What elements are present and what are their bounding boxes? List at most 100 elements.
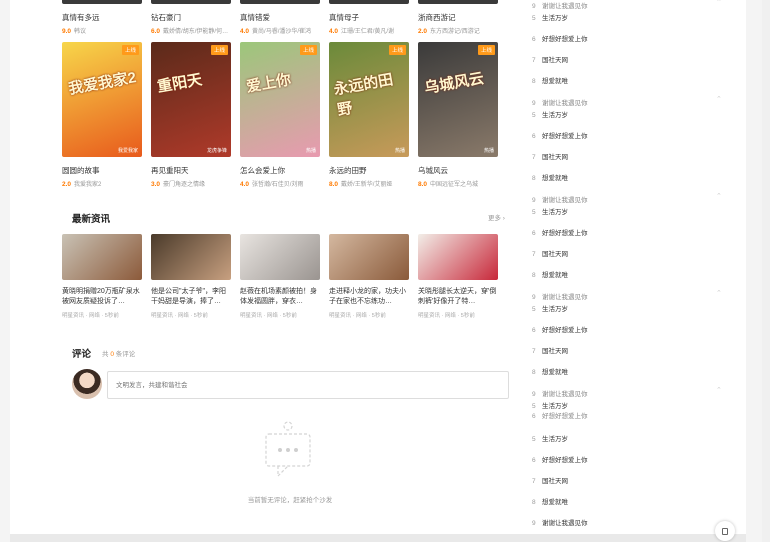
chevron-up-icon[interactable]: ⌃ — [716, 192, 722, 200]
poster-card[interactable]: 上线 爱上你 热播 怎么会爱上你 4.0 张哲瀚/石佳贝/刘雨 — [240, 42, 320, 188]
poster-card[interactable]: 上线 我爱我家2 我爱我家 圆圆的故事 2.0 我爱我家2 — [62, 42, 142, 188]
rank-list-item[interactable]: 7 国社天网 — [532, 54, 732, 64]
news-more-link[interactable]: 更多 › — [488, 212, 505, 222]
rank-list-item[interactable]: 8 想爱就唯 — [532, 75, 732, 85]
news-card[interactable]: 赵薇在机场素颜被拍！身体发福圆胖，穿衣… 明星资讯 · 网络 · 5秒前 — [240, 234, 320, 319]
rank-list-item[interactable]: 9 谢谢让我遇见你 — [532, 388, 732, 398]
rank-list-item[interactable]: 7 国社天网 — [532, 475, 732, 485]
card-title[interactable]: 怎么会爱上你 — [240, 165, 320, 176]
rating-score: 3.0 — [151, 181, 161, 188]
card-desc: 江珊/王仁君/黄凡/谢 — [341, 29, 395, 35]
rank-index: 6 — [532, 230, 536, 237]
rank-index: 9 — [532, 520, 536, 527]
rank-index: 6 — [532, 413, 536, 420]
news-thumbnail[interactable] — [418, 234, 498, 280]
top-card[interactable]: 真情有多远 9.0 韩议 — [62, 0, 142, 35]
news-card[interactable]: 黄晓明捐赠20万瓶矿泉水被网友质疑投诉了… 明星资讯 · 网络 · 5秒前 — [62, 234, 142, 319]
rank-list-item[interactable]: 7 国社天网 — [532, 151, 732, 161]
rank-list-item[interactable]: 6 好想好想爱上你 — [532, 227, 732, 237]
poster-thumb[interactable] — [62, 0, 142, 4]
rank-index: 5 — [532, 15, 536, 22]
empty-comments-icon — [265, 421, 311, 478]
rank-list-item[interactable]: 7 国社天网 — [532, 248, 732, 258]
poster-card[interactable]: 上线 重阳天 龙虎争锋 再见重阳天 3.0 豪门角逐之情缘 — [151, 42, 231, 188]
news-title[interactable]: 赵薇在机场素颜被拍！身体发福圆胖，穿衣… — [240, 287, 320, 307]
rank-list-item[interactable]: 6 好想好想爱上你 — [532, 454, 732, 464]
poster-thumb[interactable] — [240, 0, 320, 4]
chevron-up-icon[interactable]: ⌃ — [716, 95, 722, 103]
comment-input[interactable] — [107, 371, 509, 399]
top-card[interactable]: 真情错爱 4.0 黄尚/马睿/潘沙华/崔鸿 — [240, 0, 320, 35]
card-title[interactable]: 再见重阳天 — [151, 165, 231, 176]
news-title[interactable]: 黄晓明捐赠20万瓶矿泉水被网友质疑投诉了… — [62, 287, 142, 307]
card-title[interactable]: 浙商西游记 — [418, 12, 498, 23]
rank-list-item[interactable]: 6 好想好想爱上你 — [532, 324, 732, 334]
top-card[interactable]: 真情母子 4.0 江珊/王仁君/黄凡/谢 — [329, 0, 409, 35]
card-title[interactable]: 乌城风云 — [418, 165, 498, 176]
rank-list-item[interactable]: 6 好想好想爱上你 — [532, 130, 732, 140]
poster-image[interactable]: 上线 我爱我家2 我爱我家 — [62, 42, 142, 157]
rank-list-item[interactable]: 5 生活万岁 — [532, 400, 732, 410]
rank-list-item[interactable]: 8 想爱就唯 — [532, 269, 732, 279]
rank-list-item[interactable]: 6 好想好想爱上你 — [532, 410, 732, 420]
rank-index: 6 — [532, 133, 536, 140]
rank-list-item[interactable]: 8 想爱就唯 — [532, 172, 732, 182]
news-thumbnail[interactable] — [240, 234, 320, 280]
news-title[interactable]: 关晓彤腿长太逆天，穿'倒刺裤'好像开了特… — [418, 287, 498, 307]
news-card[interactable]: 他是公司"太子爷"，李阳干妈甜是导演，捧了… 明星资讯 · 网络 · 5秒前 — [151, 234, 231, 319]
poster-image[interactable]: 上线 永远的田野 热播 — [329, 42, 409, 157]
poster-image[interactable]: 上线 重阳天 龙虎争锋 — [151, 42, 231, 157]
rank-list-item[interactable]: 9 谢谢让我遇见你 — [532, 97, 732, 107]
card-title[interactable]: 真情母子 — [329, 12, 409, 23]
page-scrollbar[interactable] — [762, 0, 770, 542]
card-title[interactable]: 永远的田野 — [329, 165, 409, 176]
card-title[interactable]: 圆圆的故事 — [62, 165, 142, 176]
card-title[interactable]: 真情有多远 — [62, 12, 142, 23]
news-thumbnail[interactable] — [329, 234, 409, 280]
news-title[interactable]: 他是公司"太子爷"，李阳干妈甜是导演，捧了… — [151, 287, 231, 307]
top-card[interactable]: 钻石豪门 6.0 戴娇倩/胡东/伊能静/何润东 — [151, 0, 231, 35]
poster-thumb[interactable] — [418, 0, 498, 4]
chevron-up-icon[interactable]: ⌃ — [716, 386, 722, 394]
news-title[interactable]: 走进释小龙的家，功夫小子在家也不忘练功… — [329, 287, 409, 307]
rank-list-item[interactable]: 7 国社天网 — [532, 345, 732, 355]
card-title[interactable]: 钻石豪门 — [151, 12, 231, 23]
rank-list-item[interactable]: 9 谢谢让我遇见你 — [532, 517, 732, 527]
news-card[interactable]: 走进释小龙的家，功夫小子在家也不忘练功… 明星资讯 · 网络 · 5秒前 — [329, 234, 409, 319]
card-title[interactable]: 真情错爱 — [240, 12, 320, 23]
poster-thumb[interactable] — [151, 0, 231, 4]
rank-list-item[interactable]: 8 想爱就唯 — [532, 366, 732, 376]
rank-list-item[interactable]: 5 生活万岁 — [532, 303, 732, 313]
comments-count: 共 0 条评论 — [102, 348, 135, 358]
news-meta: 明星资讯 · 网络 · 5秒前 — [62, 313, 119, 319]
rank-list-item[interactable]: 9 谢谢让我遇见你 — [532, 291, 732, 301]
poster-image[interactable]: 上线 乌城风云 热播 — [418, 42, 498, 157]
rank-index: 8 — [532, 272, 536, 279]
rank-index: 5 — [532, 209, 536, 216]
rank-index: 8 — [532, 499, 536, 506]
rank-list-item[interactable]: 9 谢谢让我遇见你 — [532, 0, 732, 10]
news-card[interactable]: 关晓彤腿长太逆天，穿'倒刺裤'好像开了特… 明星资讯 · 网络 · 5秒前 — [418, 234, 498, 319]
rank-index: 7 — [532, 251, 536, 258]
chevron-up-icon[interactable]: ⌃ — [716, 0, 722, 6]
rank-index: 9 — [532, 3, 536, 10]
update-badge: 上线 — [477, 45, 495, 55]
rank-list-item[interactable]: 8 想爱就唯 — [532, 496, 732, 506]
poster-card[interactable]: 上线 乌城风云 热播 乌城风云 8.0 中国远征军之乌城 — [418, 42, 498, 188]
rank-list-item[interactable]: 5 生活万岁 — [532, 433, 732, 443]
news-thumbnail[interactable] — [151, 234, 231, 280]
rank-list-item[interactable]: 5 生活万岁 — [532, 109, 732, 119]
rank-list-item[interactable]: 6 好想好想爱上你 — [532, 33, 732, 43]
rank-list-item[interactable]: 5 生活万岁 — [532, 206, 732, 216]
top-card[interactable]: 浙商西游记 2.0 东方西游记/西游记 — [418, 0, 498, 35]
chevron-up-icon[interactable]: ⌃ — [716, 289, 722, 297]
rank-list-item[interactable]: 9 谢谢让我遇见你 — [532, 194, 732, 204]
poster-card[interactable]: 上线 永远的田野 热播 永远的田野 8.0 戴娇/王新华/艾丽娅 — [329, 42, 409, 188]
rank-index: 8 — [532, 175, 536, 182]
feedback-float-button[interactable] — [715, 521, 735, 541]
news-thumbnail[interactable] — [62, 234, 142, 280]
rank-list-item[interactable]: 5 生活万岁 — [532, 12, 732, 22]
card-meta: 9.0 韩议 — [62, 26, 142, 35]
poster-thumb[interactable] — [329, 0, 409, 4]
poster-image[interactable]: 上线 爱上你 热播 — [240, 42, 320, 157]
